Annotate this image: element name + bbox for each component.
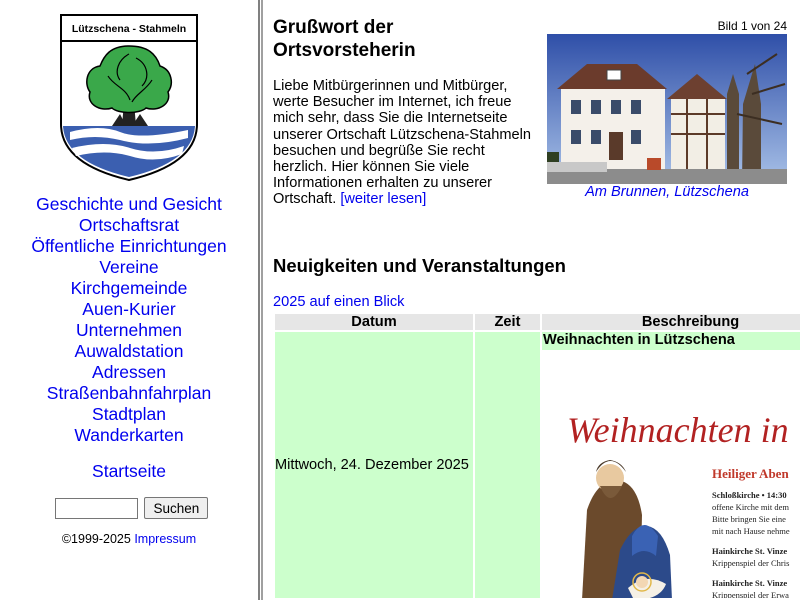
nav-link-einrichtungen[interactable]: Öffentliche Einrichtungen	[0, 236, 258, 257]
poster-line: Bitte bringen Sie eine	[712, 514, 786, 524]
events-table: Datum Zeit Beschreibung Mittwoch, 24. De…	[273, 312, 800, 600]
copyright-text: ©1999-2025	[61, 532, 131, 546]
photo-caption[interactable]: Am Brunnen, Lützschena	[547, 184, 787, 200]
column-header-date: Datum	[275, 314, 473, 330]
greeting-body: Liebe Mitbürgerinnen und Mitbürger, wert…	[273, 78, 531, 208]
poster-line: offene Kirche mit dem	[712, 502, 789, 512]
poster-subhead: Heiliger Aben	[712, 466, 789, 481]
nav-link-geschichte[interactable]: Geschichte und Gesicht	[0, 194, 258, 215]
nav-link-stadtplan[interactable]: Stadtplan	[0, 404, 258, 425]
coat-of-arms-logo: Lützschena - Stahmeln	[60, 14, 198, 182]
nav-link-adressen[interactable]: Adressen	[0, 362, 258, 383]
column-header-time: Zeit	[475, 314, 540, 330]
year-overview-link[interactable]: 2025 auf einen Blick	[273, 294, 404, 310]
poster-line: Krippenspiel der Chris	[712, 558, 789, 568]
event-time	[475, 332, 540, 598]
poster-line: mit nach Hause nehme	[712, 526, 790, 536]
event-description: Weihnachten in Lützschena Weihnachten in…	[542, 332, 800, 598]
gallery-photo[interactable]	[547, 34, 787, 184]
nav-link-vereine[interactable]: Vereine	[0, 257, 258, 278]
nav-link-strassenbahnfahrplan[interactable]: Straßenbahnfahrplan	[0, 383, 258, 404]
poster-line: Schloßkirche • 14:30	[712, 490, 787, 500]
nav-link-auen-kurier[interactable]: Auen-Kurier	[0, 299, 258, 320]
nav-link-unternehmen[interactable]: Unternehmen	[0, 320, 258, 341]
nav-link-ortschaftsrat[interactable]: Ortschaftsrat	[0, 215, 258, 236]
news-title: Neuigkeiten und Veranstaltungen	[273, 255, 566, 276]
table-row: Mittwoch, 24. Dezember 2025 Weihnachten …	[275, 332, 800, 598]
column-header-description: Beschreibung	[542, 314, 800, 330]
poster-line: Hainkirche St. Vinze	[712, 546, 787, 556]
greeting-title: Grußwort der Ortsvorsteherin	[273, 17, 416, 61]
nav-link-kirchgemeinde[interactable]: Kirchgemeinde	[0, 278, 258, 299]
image-counter: Bild 1 von 24	[717, 19, 787, 33]
sidebar: Lützschena - Stahmeln Geschichte und Ges…	[0, 0, 258, 600]
read-more-link[interactable]: [weiter lesen]	[340, 191, 426, 207]
crest-title: Lützschena - Stahmeln	[72, 23, 186, 35]
event-date: Mittwoch, 24. Dezember 2025	[275, 332, 473, 598]
poster-line: Hainkirche St. Vinze	[712, 578, 787, 588]
nav-link-wanderkarten[interactable]: Wanderkarten	[0, 425, 258, 446]
footer-copyright: ©1999-2025 Impressum	[0, 532, 258, 546]
poster-line: Krippenspiel der Erwa	[712, 590, 789, 598]
main-navigation: Geschichte und Gesicht Ortschaftsrat Öff…	[0, 194, 258, 446]
search-button[interactable]: Suchen	[144, 497, 209, 519]
home-link[interactable]: Startseite	[0, 461, 258, 482]
nav-link-auwaldstation[interactable]: Auwaldstation	[0, 341, 258, 362]
event-poster[interactable]: Weihnachten in Heiliger Aben Schloßkirch…	[542, 350, 800, 598]
frame-divider[interactable]	[258, 0, 260, 600]
event-title: Weihnachten in Lützschena	[543, 332, 735, 348]
table-header-row: Datum Zeit Beschreibung	[275, 314, 800, 330]
main-content: Grußwort der Ortsvorsteherin Liebe Mitbü…	[263, 0, 800, 600]
impressum-link[interactable]: Impressum	[134, 532, 196, 546]
greeting-text: Liebe Mitbürgerinnen und Mitbürger, wert…	[273, 78, 538, 208]
search-form: Suchen	[55, 497, 209, 519]
poster-headline: Weihnachten in	[567, 410, 789, 450]
search-input[interactable]	[55, 497, 138, 519]
